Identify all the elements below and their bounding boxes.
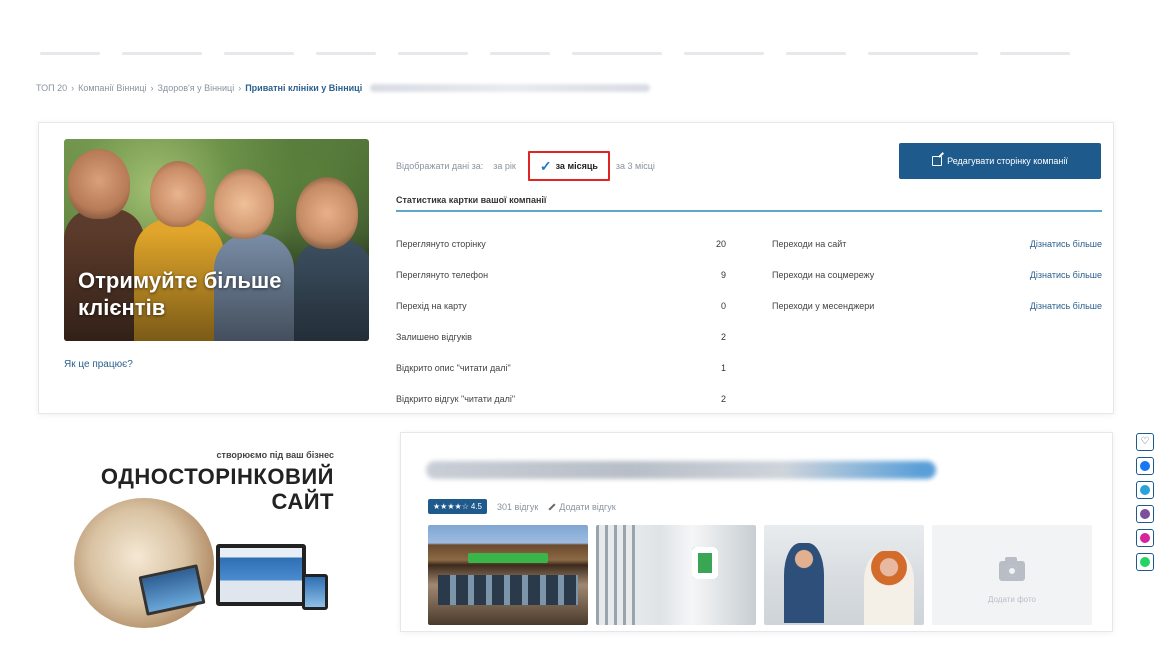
add-photo-label: Додати фото [988, 594, 1036, 604]
company-photo[interactable] [596, 525, 756, 625]
breadcrumb-item-companies[interactable]: Компанії Вінниці [78, 83, 146, 93]
stat-label: Відкрито опис "читати далі" [396, 362, 511, 373]
company-card: ★★★★☆ 4.5 301 відгук Додати відгук Додат… [400, 432, 1113, 632]
add-review-link[interactable]: Додати відгук [548, 501, 616, 512]
rating-badge: ★★★★☆ 4.5 [428, 499, 487, 514]
stat-value: 20 [715, 238, 726, 249]
promo2-title-line1: ОДНОСТОРІНКОВИЙ [100, 464, 334, 489]
stats-right-column: Переходи на сайт Дізнатись більше Перехо… [772, 228, 1102, 321]
stat-row-map-clicks: Перехід на карту 0 [396, 290, 726, 321]
company-name-blurred [426, 461, 936, 479]
breadcrumb-item-health[interactable]: Здоров'я у Вінниці [158, 83, 235, 93]
heart-icon: ♡ [1140, 436, 1150, 447]
stat-value: 2 [720, 331, 726, 342]
add-review-label: Додати відгук [559, 501, 616, 512]
learn-more-link[interactable]: Дізнатись більше [1030, 239, 1102, 249]
stat-row-reviews-left: Залишено відгуків 2 [396, 321, 726, 352]
phone-illustration [302, 574, 328, 610]
filter-option-month-label: за місяць [555, 161, 598, 171]
stat-row-messenger-clicks: Переходи у месенджери Дізнатись більше [772, 290, 1102, 321]
company-photo[interactable] [764, 525, 924, 625]
top-navigation [40, 52, 1150, 56]
filter-option-month[interactable]: ✓ за місяць [527, 151, 610, 181]
stat-value: 2 [720, 393, 726, 404]
camera-icon [999, 556, 1025, 581]
photo-gallery: Додати фото [428, 525, 1092, 625]
stat-label: Переглянуто телефон [396, 269, 489, 280]
filter-option-year[interactable]: за рік [493, 161, 516, 171]
stat-label: Відкрито відгук "читати далі" [396, 393, 516, 404]
stat-label: Переходи на сайт [772, 238, 847, 249]
whatsapp-icon [1140, 557, 1150, 567]
viber-icon [1140, 509, 1150, 519]
stat-label: Перехід на карту [396, 300, 467, 311]
facebook-share-button[interactable] [1136, 457, 1154, 475]
learn-more-link[interactable]: Дізнатись більше [1030, 270, 1102, 280]
whatsapp-share-button[interactable] [1136, 553, 1154, 571]
breadcrumb-separator: › [150, 83, 154, 93]
favorite-button[interactable]: ♡ [1136, 433, 1154, 451]
breadcrumb-separator: › [238, 83, 242, 93]
promo-title: Отримуйте більше клієнтів [78, 268, 282, 320]
instagram-icon [1140, 533, 1150, 543]
stat-row-social-clicks: Переходи на соцмережу Дізнатись більше [772, 259, 1102, 290]
breadcrumb-item-top20[interactable]: ТОП 20 [36, 83, 67, 93]
promo2-illustration [74, 498, 214, 628]
reviews-count-link[interactable]: 301 відгук [497, 502, 538, 512]
facebook-icon [1140, 461, 1150, 471]
telegram-share-button[interactable] [1136, 481, 1154, 499]
landing-page-promo[interactable]: створюємо під ваш бізнес ОДНОСТОРІНКОВИЙ… [72, 440, 342, 628]
stat-row-description-opened: Відкрито опис "читати далі" 1 [396, 352, 726, 383]
learn-more-link[interactable]: Дізнатись більше [1030, 301, 1102, 311]
stat-label: Переходи на соцмережу [772, 269, 875, 280]
promo2-tagline: створюємо під ваш бізнес [216, 450, 334, 460]
instagram-share-button[interactable] [1136, 529, 1154, 547]
share-bar: ♡ [1136, 433, 1154, 571]
breadcrumb-separator: › [71, 83, 75, 93]
period-filter: Відображати дані за: за рік ✓ за місяць … [396, 151, 655, 181]
promo-banner[interactable]: Отримуйте більше клієнтів [64, 139, 369, 341]
telegram-icon [1140, 485, 1150, 495]
filter-option-3-months[interactable]: за 3 місці [616, 161, 655, 171]
stat-row-site-clicks: Переходи на сайт Дізнатись більше [772, 228, 1102, 259]
filter-label: Відображати дані за: [396, 161, 484, 171]
stats-left-column: Переглянуто сторінку 20 Переглянуто теле… [396, 228, 726, 414]
stat-row-phone-views: Переглянуто телефон 9 [396, 259, 726, 290]
stat-label: Переглянуто сторінку [396, 238, 486, 249]
stat-row-review-opened: Відкрито відгук "читати далі" 2 [396, 383, 726, 414]
edit-icon [932, 156, 943, 166]
company-photo[interactable] [428, 525, 588, 625]
how-it-works-link[interactable]: Як це працює? [64, 359, 133, 370]
breadcrumb-current-blurred [370, 84, 651, 92]
edit-company-page-button[interactable]: Редагувати сторінку компанії [899, 143, 1101, 179]
stats-header: Статистика картки вашої компанії [396, 195, 1102, 212]
check-icon: ✓ [539, 158, 552, 174]
stars-icon: ★★★★☆ [433, 502, 469, 511]
stat-value: 9 [720, 269, 726, 280]
add-photo-button[interactable]: Додати фото [932, 525, 1092, 625]
rating-value: 4.5 [470, 502, 482, 511]
stat-value: 0 [720, 300, 726, 311]
stat-value: 1 [720, 362, 726, 373]
edit-company-page-label: Редагувати сторінку компанії [947, 156, 1068, 166]
pencil-icon [548, 502, 556, 511]
breadcrumb: ТОП 20 › Компанії Вінниці › Здоров'я у В… [36, 83, 651, 93]
viber-share-button[interactable] [1136, 505, 1154, 523]
stat-label: Залишено відгуків [396, 331, 472, 342]
breadcrumb-item-private-clinics[interactable]: Приватні клініки у Вінниці [245, 83, 362, 93]
stat-row-page-views: Переглянуто сторінку 20 [396, 228, 726, 259]
stats-card: Отримуйте більше клієнтів Як це працює? … [38, 122, 1114, 414]
rating-row: ★★★★☆ 4.5 301 відгук Додати відгук [428, 499, 616, 514]
stat-label: Переходи у месенджери [772, 300, 875, 311]
monitor-illustration [216, 544, 306, 606]
